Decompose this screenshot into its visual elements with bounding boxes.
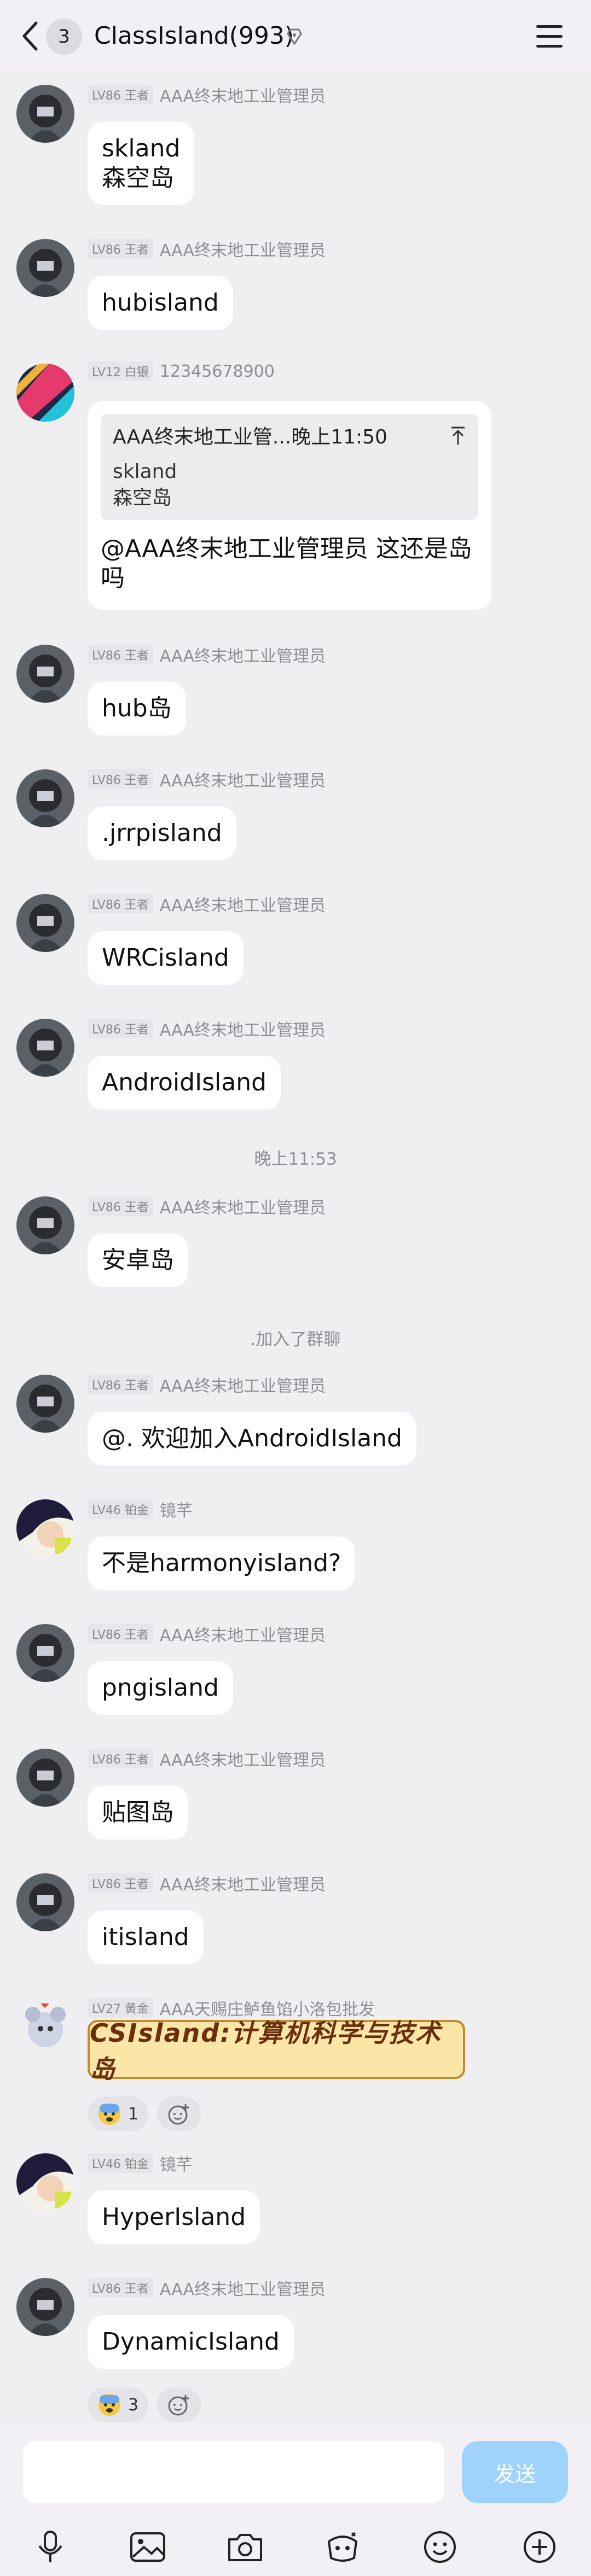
chat-header: 3 ClassIsland(993): [0, 0, 591, 72]
level-badge: LV86 王者: [88, 769, 153, 789]
level-badge: LV86 王者: [88, 894, 153, 914]
reaction-chip[interactable]: 1: [88, 2096, 149, 2131]
avatar[interactable]: [16, 364, 74, 422]
add-reaction-icon: [168, 2395, 189, 2416]
avatar[interactable]: [16, 1499, 74, 1557]
avatar[interactable]: [16, 2153, 74, 2211]
scared-emoji-icon: [99, 2394, 120, 2416]
menu-button[interactable]: [534, 22, 565, 50]
level-badge: LV12 白银: [88, 361, 153, 381]
menu-icon: [536, 25, 563, 28]
message-bubble[interactable]: @. 欢迎加入AndroidIsland: [88, 1412, 416, 1465]
mic-icon[interactable]: [31, 2527, 70, 2567]
message-bubble[interactable]: .jrrpisland: [88, 807, 236, 860]
message-bubble[interactable]: DynamicIsland: [88, 2315, 294, 2369]
scared-emoji-icon: [99, 2103, 120, 2125]
message-bubble[interactable]: 不是harmonyisland?: [88, 1537, 356, 1590]
sender-name[interactable]: 镜芊: [160, 1497, 193, 1521]
sender-name[interactable]: AAA终末地工业管理员: [160, 1871, 326, 1895]
sticker-image[interactable]: CSIsland:计算机科学与技术岛: [88, 2018, 465, 2084]
avatar[interactable]: [16, 239, 74, 297]
avatar[interactable]: [16, 1749, 74, 1807]
message-bubble[interactable]: WRCisland: [88, 931, 244, 985]
level-badge: LV86 王者: [88, 1873, 153, 1893]
avatar[interactable]: [16, 1019, 74, 1077]
back-icon: [22, 21, 38, 51]
message-bubble[interactable]: skland 森空岛: [88, 122, 195, 205]
message-bubble[interactable]: hub岛: [88, 682, 186, 735]
avatar[interactable]: [16, 1998, 74, 2056]
sender-name[interactable]: AAA终末地工业管理员: [160, 767, 326, 791]
send-button[interactable]: 发送: [462, 2441, 568, 2503]
message-bubble[interactable]: HyperIsland: [88, 2191, 260, 2244]
jump-to-icon[interactable]: [450, 426, 466, 446]
plus-icon[interactable]: [520, 2527, 559, 2567]
avatar[interactable]: [16, 1624, 74, 1682]
avatar[interactable]: [16, 1873, 74, 1931]
level-badge: LV86 王者: [88, 1624, 153, 1644]
info-icon[interactable]: [283, 25, 305, 47]
level-badge: LV86 王者: [88, 239, 153, 259]
system-notice: .加入了群聊: [250, 1330, 341, 1350]
sender-name[interactable]: AAA终末地工业管理员: [160, 1746, 326, 1771]
avatar[interactable]: [16, 894, 74, 952]
message-bubble[interactable]: 贴图岛: [88, 1786, 188, 1839]
reaction-bar: 1: [88, 2096, 201, 2131]
sender-name[interactable]: 12345678900: [160, 362, 275, 381]
level-badge: LV46 铂金: [88, 2153, 153, 2173]
level-badge: LV86 王者: [88, 645, 153, 664]
reaction-bar: 3: [88, 2387, 201, 2422]
avatar[interactable]: [16, 2278, 74, 2336]
add-reaction-icon: [168, 2104, 189, 2125]
avatar[interactable]: [16, 769, 74, 827]
level-badge: LV86 王者: [88, 1019, 153, 1038]
sender-name[interactable]: AAA终末地工业管理员: [160, 83, 326, 107]
message-input[interactable]: [23, 2441, 444, 2503]
quoted-message[interactable]: AAA终末地工业管...晚上11:50 skland 森空岛: [101, 414, 478, 520]
sender-name[interactable]: AAA终末地工业管理员: [160, 1017, 326, 1041]
level-badge: LV86 王者: [88, 1375, 153, 1394]
sender-name[interactable]: 镜芊: [160, 2151, 193, 2175]
sender-name[interactable]: AAA终末地工业管理员: [160, 1622, 326, 1646]
sender-name[interactable]: AAA终末地工业管理员: [160, 1372, 326, 1397]
avatar[interactable]: [16, 85, 74, 143]
sender-name[interactable]: AAA终末地工业管理员: [160, 642, 326, 667]
level-badge: LV86 王者: [88, 85, 153, 104]
avatar[interactable]: [16, 1196, 74, 1254]
sender-name[interactable]: AAA终末地工业管理员: [160, 2276, 326, 2300]
sender-name[interactable]: AAA终末地工业管理员: [160, 892, 326, 916]
unread-badge[interactable]: 3: [46, 19, 82, 55]
image-icon[interactable]: [128, 2527, 167, 2567]
quote-time: 晚上11:50: [291, 426, 387, 448]
message-bubble[interactable]: 安卓岛: [88, 1234, 188, 1287]
composer: 发送: [0, 2428, 591, 2576]
toolbar: [0, 2521, 591, 2575]
level-badge: LV86 王者: [88, 1196, 153, 1216]
avatar[interactable]: [16, 645, 74, 703]
camera-icon[interactable]: [225, 2527, 265, 2567]
back-button[interactable]: [16, 20, 44, 52]
message-bubble[interactable]: itisland: [88, 1911, 204, 1964]
emoji-icon[interactable]: [420, 2527, 460, 2567]
sender-name[interactable]: AAA终末地工业管理员: [160, 237, 326, 261]
avatar[interactable]: [16, 1375, 74, 1433]
timestamp: 晚上11:53: [254, 1149, 337, 1169]
message-bubble[interactable]: hubisland: [88, 276, 233, 330]
quote-author: AAA终末地工业管...: [113, 426, 292, 448]
sender-name[interactable]: AAA终末地工业管理员: [160, 1194, 326, 1218]
reaction-chip[interactable]: 3: [88, 2387, 149, 2422]
level-badge: LV86 王者: [88, 1749, 153, 1768]
level-badge: LV86 王者: [88, 2278, 153, 2298]
add-reaction-button[interactable]: [157, 2387, 201, 2422]
message-bubble[interactable]: AAA终末地工业管...晚上11:50 skland 森空岛 @AAA终末地工业…: [88, 401, 491, 610]
page-title[interactable]: ClassIsland(993): [94, 22, 294, 50]
add-reaction-button[interactable]: [157, 2096, 201, 2131]
message-bubble[interactable]: pngisland: [88, 1661, 233, 1715]
level-badge: LV46 铂金: [88, 1499, 153, 1519]
red-packet-icon[interactable]: [323, 2527, 362, 2567]
message-bubble[interactable]: AndroidIsland: [88, 1056, 281, 1109]
